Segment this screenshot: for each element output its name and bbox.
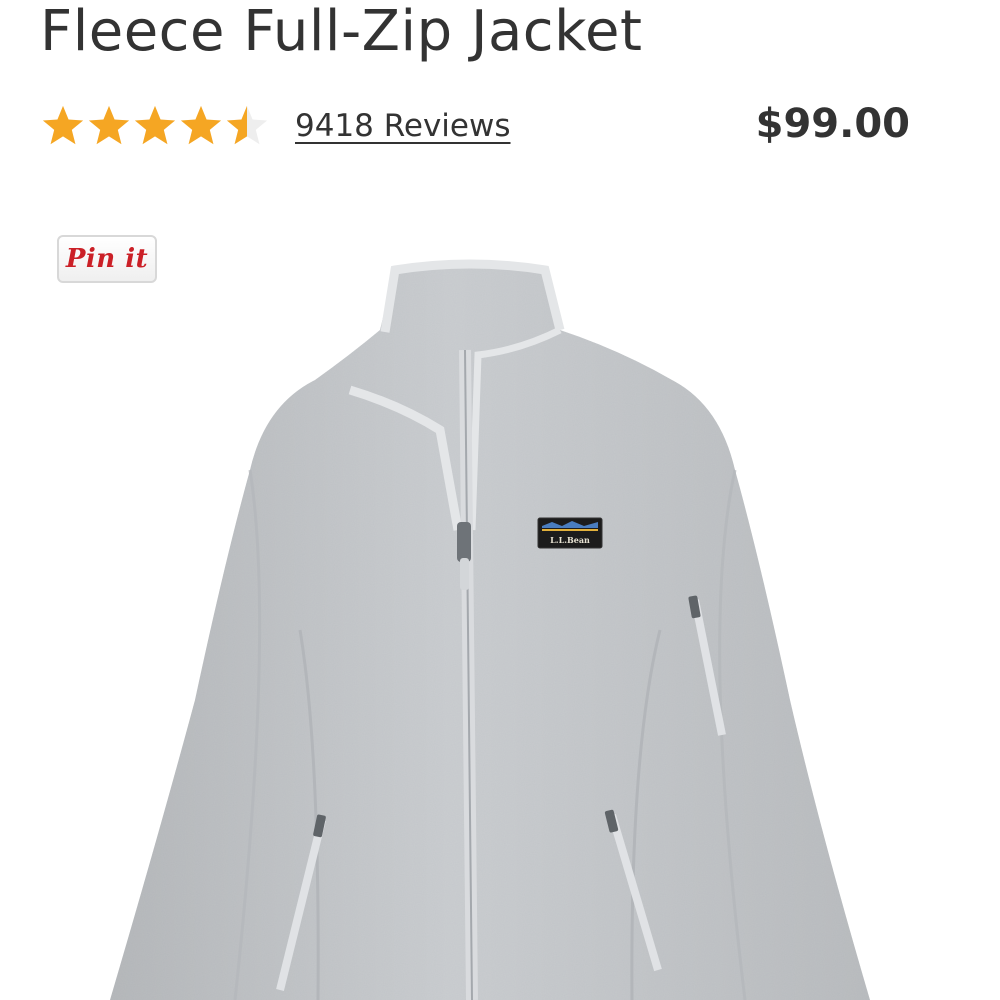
brand-patch-logo: L.L.Bean <box>537 517 603 549</box>
patch-brand-text: L.L.Bean <box>550 535 590 545</box>
star-full-icon <box>134 105 176 145</box>
reviews-link[interactable]: 9418 Reviews <box>295 104 511 148</box>
product-image: L.L.Bean <box>110 259 870 1000</box>
rating-row: 9418 Reviews $99.00 <box>40 100 920 156</box>
product-page: Fleece Full-Zip Jacket 9418 Reviews $99.… <box>0 0 1000 1000</box>
zipper-pull-icon <box>457 522 471 562</box>
star-half-icon <box>226 105 268 145</box>
pin-it-label: Pin it <box>65 244 149 274</box>
star-rating[interactable] <box>40 102 270 150</box>
star-full-icon <box>180 105 222 145</box>
product-title: Fleece Full-Zip Jacket <box>40 0 643 64</box>
star-full-icon <box>42 105 84 145</box>
pin-it-button[interactable]: Pin it <box>57 235 157 283</box>
product-price: $99.00 <box>755 101 910 147</box>
star-full-icon <box>88 105 130 145</box>
